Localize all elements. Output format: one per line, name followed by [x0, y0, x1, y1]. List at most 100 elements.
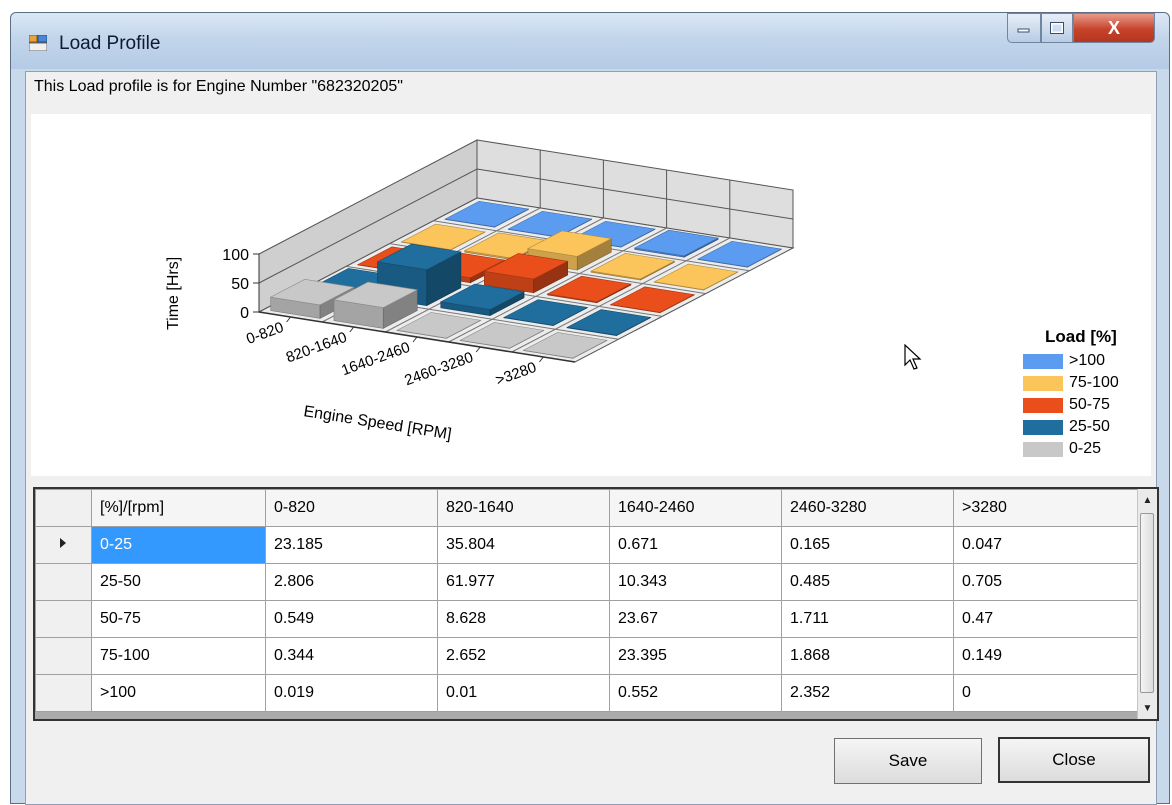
legend-swatch — [1023, 397, 1063, 413]
current-row-arrow-icon — [60, 537, 66, 548]
table-cell[interactable]: 1.711 — [781, 600, 954, 638]
table-row[interactable]: >100 0.019 0.01 0.552 2.352 0 — [35, 674, 1140, 712]
table-cell[interactable]: 61.977 — [437, 563, 610, 601]
x-tick-mark — [286, 316, 291, 323]
table-cell[interactable]: 2.806 — [265, 563, 438, 601]
column-header[interactable]: 820-1640 — [437, 489, 610, 527]
legend-item: >100 — [1023, 352, 1105, 370]
legend-swatch — [1023, 441, 1063, 457]
minimize-icon — [1017, 28, 1030, 33]
row-header[interactable] — [35, 674, 92, 712]
x-tick-label: 2460-3280 — [402, 349, 475, 390]
chart-svg: 050100 0-820820-16401640-24602460-3280 >3… — [165, 139, 795, 443]
table-cell[interactable]: 0.165 — [781, 526, 954, 564]
load-profile-window: Load Profile X This Load profile is for … — [10, 12, 1170, 805]
table-cell[interactable]: 2.352 — [781, 674, 954, 712]
table-cell[interactable]: 1.868 — [781, 637, 954, 675]
table-cell[interactable]: 0.47 — [953, 600, 1140, 638]
load-profile-chart: 0 50 100 0-820 820-1640 1640-2460 2460-3280 >3… — [31, 114, 1151, 476]
table-cell[interactable]: 8.628 — [437, 600, 610, 638]
table-row[interactable]: 25-50 2.806 61.977 10.343 0.485 0.705 — [35, 563, 1140, 601]
scroll-down-arrow-icon: ▼ — [1142, 702, 1153, 714]
y-tick-label: 0 — [240, 305, 249, 322]
load-profile-grid[interactable]: [%]/[rpm] 0-820 820-1640 1640-2460 2460-… — [33, 487, 1159, 721]
table-cell[interactable]: 0.149 — [953, 637, 1140, 675]
x-tick-label: >3280 — [493, 359, 538, 389]
legend-label: 0-25 — [1069, 440, 1102, 457]
dialog-client-area: This Load profile is for Engine Number "… — [25, 71, 1159, 805]
x-tick-mark — [475, 346, 481, 353]
table-cell[interactable]: 50-75 — [91, 600, 266, 638]
table-cell[interactable]: 75-100 — [91, 637, 266, 675]
app-icon — [29, 35, 47, 51]
legend-label: 50-75 — [1069, 396, 1110, 413]
table-row[interactable]: 75-100 0.344 2.652 23.395 1.868 0.149 — [35, 637, 1140, 675]
maximize-button[interactable] — [1041, 13, 1073, 43]
legend-item: 50-75 — [1023, 396, 1110, 414]
table-cell[interactable]: 0.485 — [781, 563, 954, 601]
chart-y-axis-label: Time [Hrs] — [165, 257, 182, 330]
row-header-selected[interactable] — [35, 526, 92, 564]
column-header[interactable]: 1640-2460 — [609, 489, 782, 527]
legend-item: 0-25 — [1023, 440, 1101, 458]
scroll-up-button[interactable]: ▲ — [1138, 489, 1157, 511]
table-cell[interactable]: 23.67 — [609, 600, 782, 638]
title-bar[interactable]: Load Profile X — [11, 13, 1169, 69]
scroll-down-button[interactable]: ▼ — [1138, 697, 1157, 719]
table-cell[interactable]: 0.705 — [953, 563, 1140, 601]
column-header[interactable]: >3280 — [953, 489, 1140, 527]
data-table[interactable]: [%]/[rpm] 0-820 820-1640 1640-2460 2460-… — [35, 489, 1140, 712]
table-cell[interactable]: 0.552 — [609, 674, 782, 712]
table-header-row: [%]/[rpm] 0-820 820-1640 1640-2460 2460-… — [35, 489, 1140, 527]
table-cell[interactable]: >100 — [91, 674, 266, 712]
table-cell[interactable]: 0.549 — [265, 600, 438, 638]
legend-label: 75-100 — [1069, 374, 1119, 391]
table-cell[interactable]: 2.652 — [437, 637, 610, 675]
y-tick-label: 100 — [222, 247, 249, 264]
table-cell[interactable]: 35.804 — [437, 526, 610, 564]
x-tick-label: 820-1640 — [284, 329, 349, 367]
save-button[interactable]: Save — [834, 738, 982, 784]
table-cell[interactable]: 23.185 — [265, 526, 438, 564]
table-row[interactable]: 0-25 23.185 35.804 0.671 0.165 0.047 — [35, 526, 1140, 564]
column-header[interactable]: 2460-3280 — [781, 489, 954, 527]
table-cell[interactable]: 0.019 — [265, 674, 438, 712]
legend-title: Load [%] — [1045, 327, 1117, 346]
table-cell[interactable]: 0 — [953, 674, 1140, 712]
close-button[interactable]: Close — [998, 737, 1150, 783]
minimize-button[interactable] — [1007, 13, 1041, 43]
column-header[interactable]: [%]/[rpm] — [91, 489, 266, 527]
table-cell[interactable]: 0.344 — [265, 637, 438, 675]
table-cell[interactable]: 0-25 — [91, 526, 266, 564]
legend-item: 25-50 — [1023, 418, 1110, 436]
chart-y-ticks: 0 50 100 — [222, 247, 260, 322]
legend-swatch — [1023, 353, 1063, 369]
table-cell[interactable]: 0.671 — [609, 526, 782, 564]
row-header[interactable] — [35, 637, 92, 675]
table-cell[interactable]: 0.047 — [953, 526, 1140, 564]
legend-swatch — [1023, 375, 1063, 391]
scrollbar-thumb[interactable] — [1140, 513, 1154, 693]
engine-number-label: This Load profile is for Engine Number "… — [34, 78, 403, 95]
table-row[interactable]: 50-75 0.549 8.628 23.67 1.711 0.47 — [35, 600, 1140, 638]
top-left-header-cell[interactable] — [35, 489, 92, 527]
row-header[interactable] — [35, 563, 92, 601]
legend-swatch — [1023, 419, 1063, 435]
y-tick-label: 50 — [231, 276, 249, 293]
x-tick-mark — [349, 326, 355, 333]
mouse-cursor-icon — [904, 344, 922, 370]
row-header[interactable] — [35, 600, 92, 638]
column-header[interactable]: 0-820 — [265, 489, 438, 527]
table-cell[interactable]: 23.395 — [609, 637, 782, 675]
x-tick-label: 0-820 — [244, 319, 286, 348]
table-cell[interactable]: 0.01 — [437, 674, 610, 712]
window-close-button[interactable]: X — [1073, 13, 1155, 43]
x-tick-mark — [539, 356, 544, 363]
maximize-icon — [1050, 22, 1064, 34]
legend-label: >100 — [1069, 352, 1106, 369]
scroll-up-arrow-icon: ▲ — [1142, 494, 1153, 506]
table-cell[interactable]: 10.343 — [609, 563, 782, 601]
vertical-scrollbar[interactable]: ▲ ▼ — [1137, 489, 1157, 719]
table-cell[interactable]: 25-50 — [91, 563, 266, 601]
legend-label: 25-50 — [1069, 418, 1110, 435]
